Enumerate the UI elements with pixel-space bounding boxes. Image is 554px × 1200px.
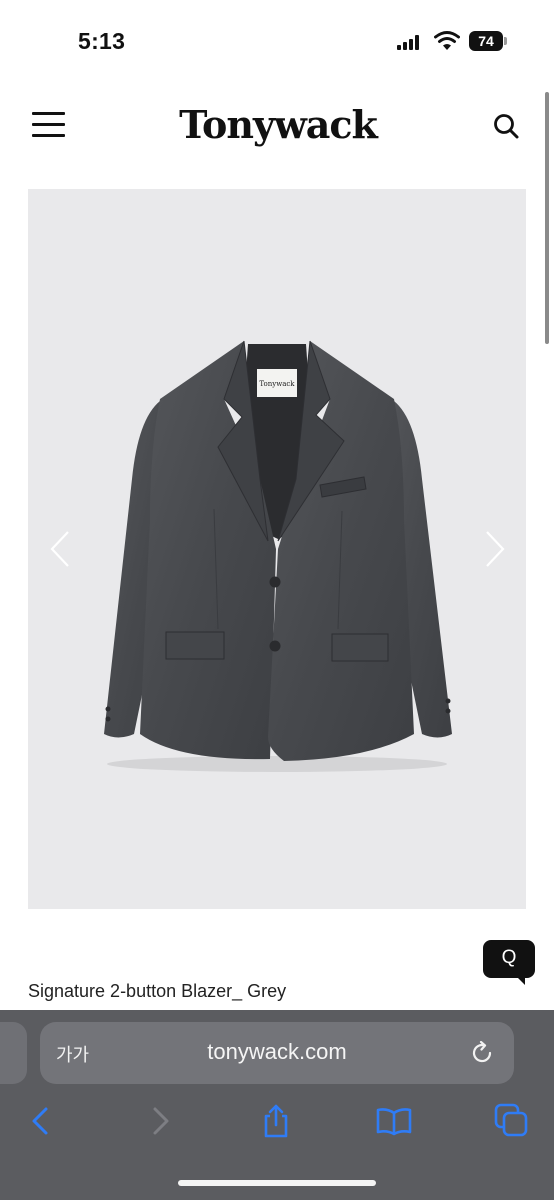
bookmarks-icon[interactable] [376, 1103, 412, 1139]
status-time: 5:13 [78, 28, 126, 54]
site-header: Tonywack [0, 90, 554, 165]
tabs-icon[interactable] [494, 1103, 530, 1139]
site-logo[interactable]: Tonywack [172, 102, 384, 147]
chevron-left-icon[interactable] [48, 529, 72, 569]
reload-icon[interactable] [470, 1041, 494, 1065]
address-bar[interactable]: 가가 tonywack.com [40, 1022, 514, 1084]
previous-tab-preview[interactable] [0, 1022, 27, 1084]
hamburger-menu-icon[interactable] [32, 112, 66, 138]
chat-button-label: Q [501, 947, 517, 968]
chat-button[interactable]: Q [483, 940, 535, 985]
product-image-blazer: Tonywack [104, 340, 452, 772]
share-icon[interactable] [258, 1103, 294, 1139]
product-image-gallery[interactable]: Tonywack [28, 189, 526, 909]
cellular-signal-icon [397, 35, 421, 50]
battery-icon: 74 [469, 31, 503, 51]
battery-nub [504, 37, 507, 45]
product-title[interactable]: Signature 2-button Blazer_ Grey [28, 981, 286, 1002]
svg-text:Tonywack: Tonywack [259, 380, 295, 388]
home-indicator[interactable] [178, 1180, 376, 1186]
status-bar: 5:13 74 [0, 0, 554, 80]
wifi-icon [434, 31, 460, 50]
chevron-right-icon[interactable] [483, 529, 507, 569]
chat-bubble-tail [517, 977, 525, 985]
url-text[interactable]: tonywack.com [40, 1039, 514, 1065]
back-arrow-icon[interactable] [22, 1103, 58, 1139]
browser-toolbar: 가가 tonywack.com [0, 1010, 554, 1200]
forward-arrow-icon[interactable] [143, 1103, 179, 1139]
search-icon[interactable] [492, 112, 520, 140]
